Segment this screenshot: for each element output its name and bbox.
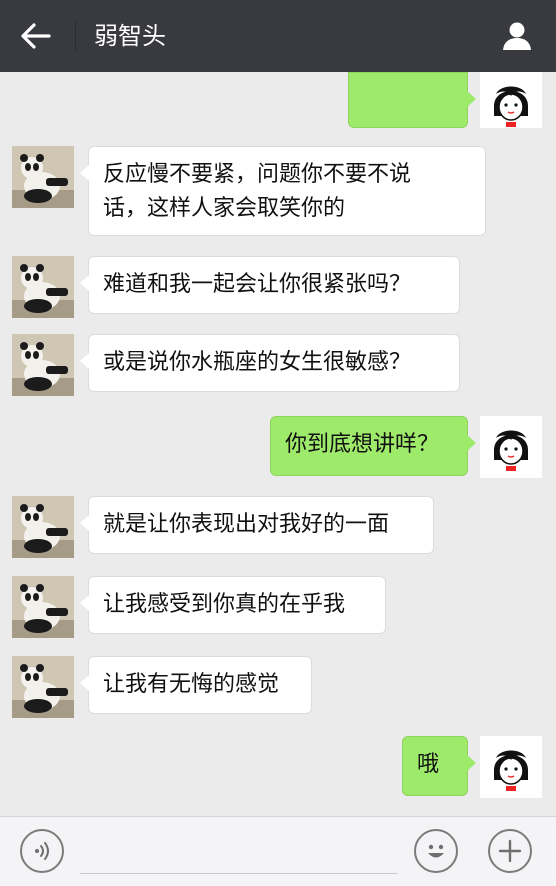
message-bubble-sent[interactable]	[348, 72, 476, 181]
contact-avatar[interactable]	[12, 334, 74, 396]
chat-title: 弱智头	[94, 22, 166, 50]
panda-avatar-icon	[12, 576, 74, 638]
user-avatar[interactable]	[480, 736, 542, 798]
user-avatar[interactable]	[480, 416, 542, 478]
message-bubble-received[interactable]: 让我有无悔的感觉	[80, 656, 312, 714]
user-avatar[interactable]	[480, 72, 542, 128]
plus-icon	[498, 839, 522, 863]
panda-avatar-icon	[12, 256, 74, 318]
message-bubble-sent[interactable]: 哦	[402, 736, 476, 796]
message-list[interactable]: 反应慢不要紧，问题你不要不说 话，这样人家会取笑你的 难道和我一起会让你很紧张吗…	[0, 72, 556, 816]
contact-avatar[interactable]	[12, 576, 74, 638]
chat-info-button[interactable]	[496, 16, 538, 56]
cartoon-girl-avatar-icon	[480, 736, 542, 798]
message-bubble-received[interactable]: 就是让你表现出对我好的一面	[80, 496, 434, 554]
message-bubble-received[interactable]: 难道和我一起会让你很紧张吗？	[80, 256, 460, 314]
panda-avatar-icon	[12, 496, 74, 558]
contact-avatar[interactable]	[12, 656, 74, 718]
message-input[interactable]	[80, 829, 398, 871]
contact-avatar[interactable]	[12, 256, 74, 318]
message-bubble-received[interactable]: 或是说你水瓶座的女生很敏感？	[80, 334, 460, 392]
voice-button[interactable]	[20, 829, 64, 873]
arrow-left-icon	[21, 23, 51, 49]
contact-avatar[interactable]	[12, 146, 74, 208]
more-button[interactable]	[488, 829, 532, 873]
cartoon-girl-avatar-icon	[480, 416, 542, 478]
input-underline	[80, 873, 398, 874]
panda-avatar-icon	[12, 146, 74, 208]
message-bubble-received[interactable]: 反应慢不要紧，问题你不要不说 话，这样人家会取笑你的	[80, 146, 486, 236]
smiley-icon	[428, 844, 444, 858]
cartoon-girl-avatar-icon	[480, 72, 542, 128]
back-button[interactable]	[14, 16, 58, 56]
header-divider	[75, 20, 76, 52]
contact-avatar[interactable]	[12, 496, 74, 558]
message-bubble-received[interactable]: 让我感受到你真的在乎我	[80, 576, 386, 634]
person-icon	[503, 22, 531, 50]
voice-icon	[35, 842, 49, 860]
input-bar	[0, 816, 556, 886]
panda-avatar-icon	[12, 334, 74, 396]
chat-header: 弱智头	[0, 0, 556, 72]
emoji-button[interactable]	[414, 829, 458, 873]
panda-avatar-icon	[12, 656, 74, 718]
message-bubble-sent[interactable]: 你到底想讲咩？	[270, 416, 476, 476]
